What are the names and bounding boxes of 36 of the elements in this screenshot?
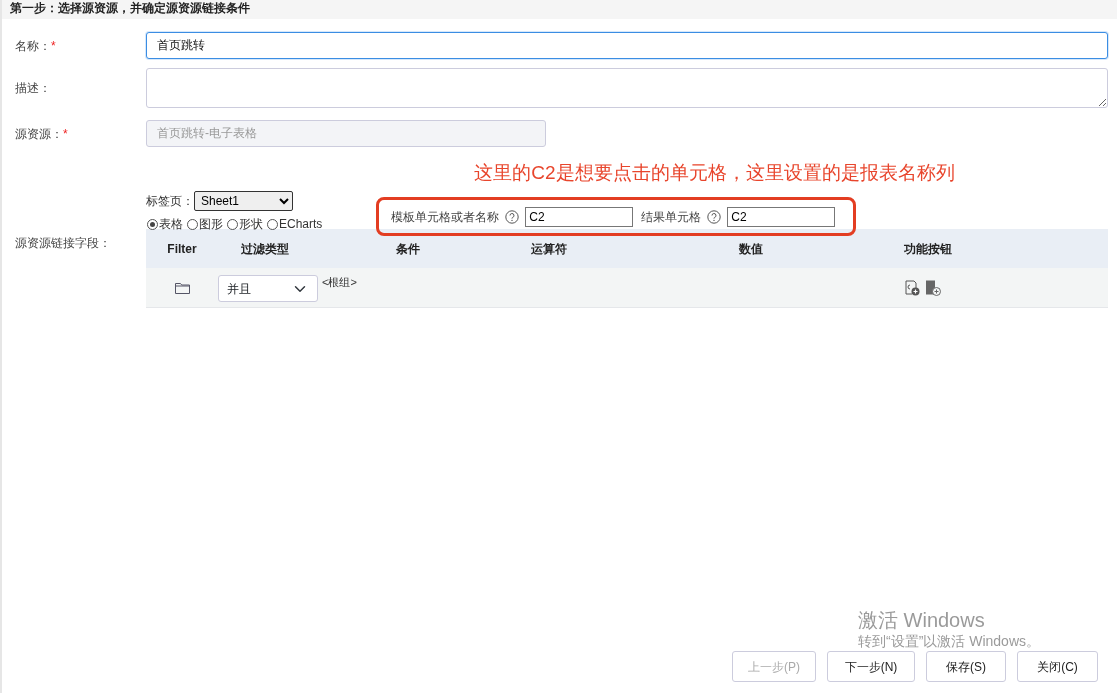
field-label: 描述：	[15, 81, 51, 95]
field-label: 标签页：	[146, 193, 194, 210]
footer-button[interactable]: 下一步(N)	[827, 651, 915, 682]
add-condition-icon[interactable]	[904, 279, 920, 296]
required-mark: *	[51, 38, 56, 53]
column-header: 过滤类型	[241, 241, 289, 256]
help-icon[interactable]	[505, 210, 520, 224]
column-header: 功能按钮	[904, 241, 952, 256]
field-label: 源资源：	[15, 126, 63, 141]
field-label: 模板单元格或者名称	[391, 209, 500, 226]
filter-type-select[interactable]: 并且	[218, 275, 318, 302]
required-mark: *	[63, 126, 68, 141]
footer-button[interactable]: 保存(S)	[926, 651, 1006, 682]
help-icon[interactable]	[707, 210, 722, 224]
footer-button[interactable]: 关闭(C)	[1017, 651, 1098, 682]
group-label: <根组>	[322, 275, 357, 290]
folder-icon[interactable]	[174, 281, 190, 294]
column-header: 数值	[739, 241, 763, 256]
activation-title: 激活 Windows	[858, 608, 986, 632]
column-header: 运算符	[531, 241, 567, 256]
text-field[interactable]: 首页跳转	[146, 32, 1108, 59]
field-label: 源资源链接字段：	[15, 236, 111, 250]
sheet-select[interactable]: Sheet1	[194, 191, 293, 211]
radio-option[interactable]: 形状	[227, 215, 263, 233]
activation-hint: 转到“设置”以激活 Windows。	[858, 633, 1040, 649]
field-label: 名称：	[15, 38, 51, 53]
radio-option[interactable]: ECharts	[267, 215, 323, 233]
radio-option[interactable]: 图形	[187, 215, 223, 233]
column-header: 条件	[396, 241, 420, 256]
column-header: Filter	[167, 241, 197, 256]
annotation-text: 这里的C2是想要点击的单元格，这里设置的是报表名称列	[474, 162, 955, 183]
cell-field[interactable]: C2	[727, 207, 836, 227]
cell-field[interactable]: C2	[525, 207, 634, 227]
step-title: 第一步：选择源资源，并确定源资源链接条件	[2, 0, 1117, 19]
add-group-icon[interactable]	[925, 279, 941, 296]
field-label: 结果单元格	[641, 209, 702, 226]
